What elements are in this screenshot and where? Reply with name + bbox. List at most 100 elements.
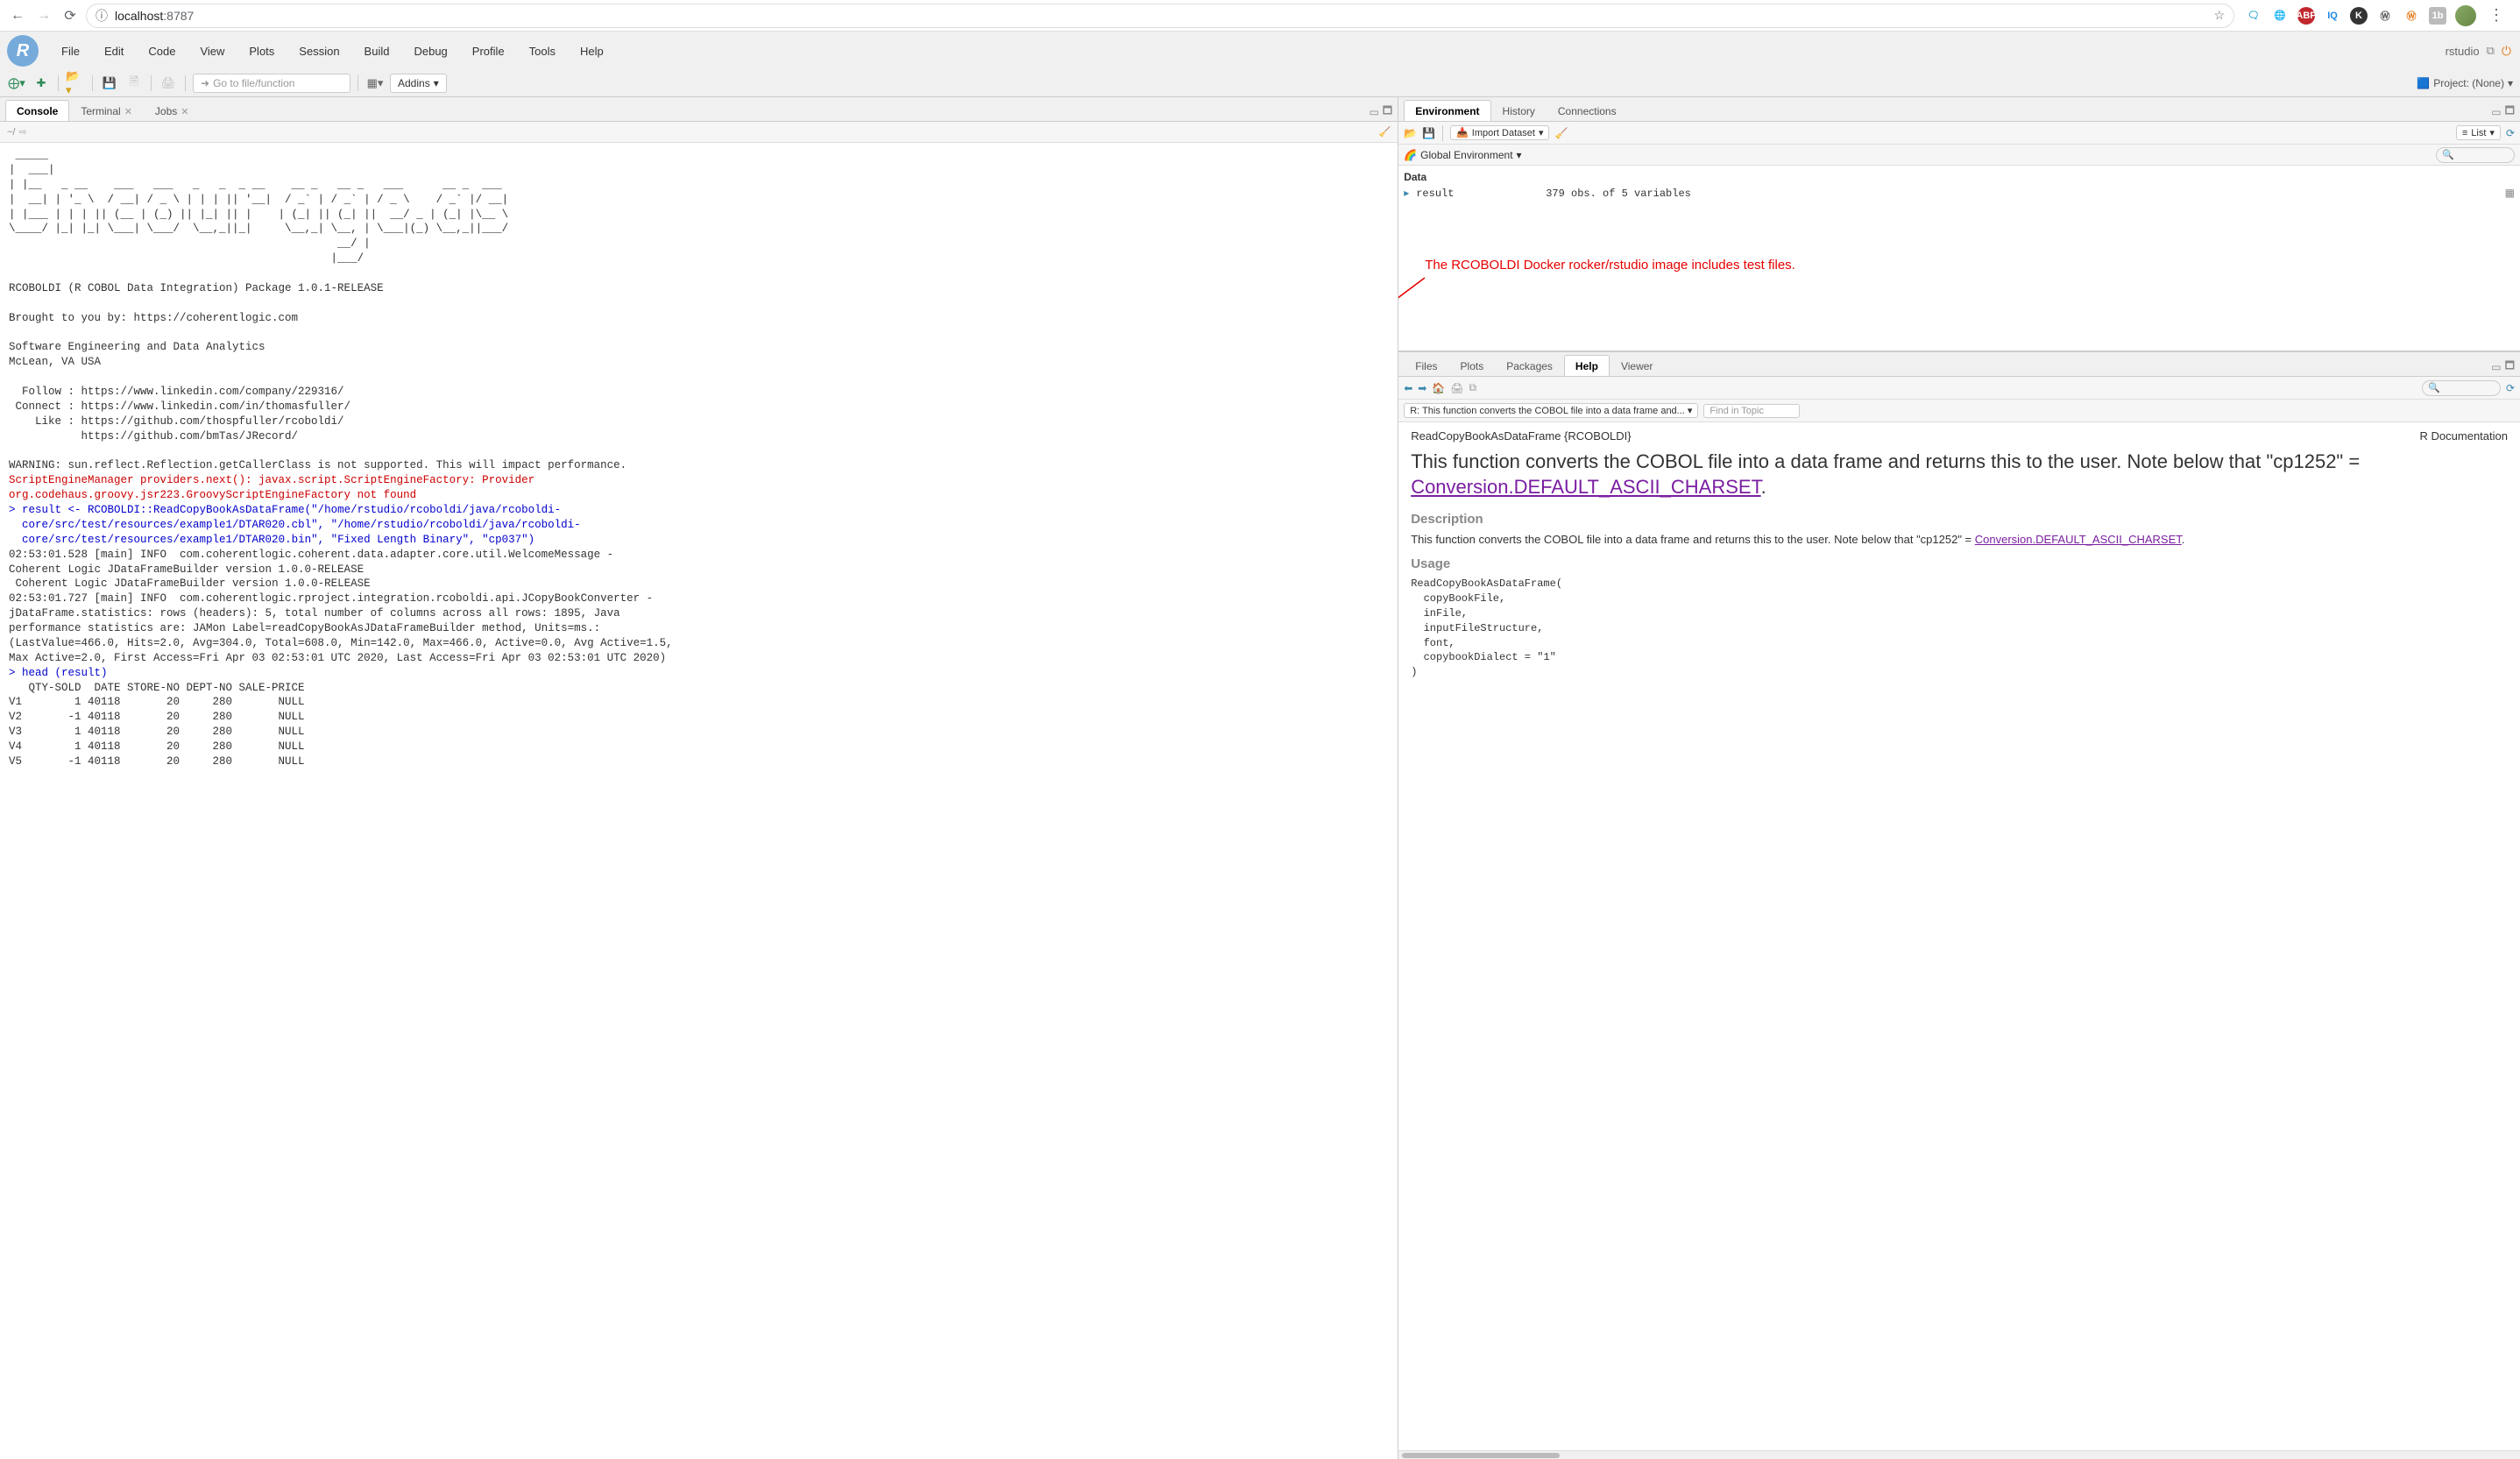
menu-tools[interactable]: Tools	[517, 41, 568, 61]
help-sig-right: R Documentation	[2420, 429, 2508, 443]
tab-jobs[interactable]: Jobs✕	[144, 100, 201, 121]
maximize-pane-icon[interactable]: 🗖	[2505, 103, 2515, 121]
warn1-line: WARNING: sun.reflect.Reflection.getCalle…	[9, 459, 626, 471]
help-title-link[interactable]: Conversion.DEFAULT_ASCII_CHARSET	[1411, 476, 1760, 498]
ext-icon-iq[interactable]: IQ	[2324, 7, 2341, 25]
help-topic-dropdown[interactable]: R: This function converts the COBOL file…	[1404, 403, 1698, 418]
tab-help[interactable]: Help	[1564, 355, 1610, 376]
addins-dropdown[interactable]: Addins ▾	[390, 74, 447, 93]
ext-icon-k[interactable]: K	[2350, 7, 2368, 25]
rstudio-logo[interactable]: R	[7, 35, 39, 67]
menu-file[interactable]: File	[49, 41, 92, 61]
help-title: This function converts the COBOL file in…	[1411, 450, 2508, 499]
save-workspace-icon[interactable]: 💾	[1422, 127, 1435, 139]
menu-profile[interactable]: Profile	[460, 41, 517, 61]
menu-code[interactable]: Code	[136, 41, 188, 61]
refresh-env-icon[interactable]: ⟳	[2506, 127, 2515, 139]
menu-session[interactable]: Session	[287, 41, 351, 61]
ext-icon-globe[interactable]: 🌐	[2271, 7, 2289, 25]
new-file-icon[interactable]: ⨁▾	[7, 74, 26, 93]
view-data-icon[interactable]: ▦	[2505, 187, 2515, 200]
tab-viewer[interactable]: Viewer	[1610, 355, 1664, 376]
load-workspace-icon[interactable]: 📂	[1404, 127, 1417, 139]
working-dir-label: ~/	[7, 127, 15, 138]
view-mode-dropdown[interactable]: ≡ List ▾	[2456, 125, 2501, 140]
ext-icon-chat[interactable]: 🗨	[2245, 7, 2262, 25]
ext-icon-wp[interactable]: Ⓦ	[2376, 7, 2394, 25]
connect-line: Connect : https://www.linkedin.com/in/th…	[9, 400, 350, 413]
print-icon[interactable]: 🖨	[159, 74, 178, 93]
env-row[interactable]: ▸result379 obs. of 5 variables▦	[1404, 185, 2515, 202]
maximize-pane-icon[interactable]: 🗖	[1383, 103, 1392, 121]
menu-build[interactable]: Build	[352, 41, 402, 61]
tab-plots[interactable]: Plots	[1449, 355, 1496, 376]
menu-help[interactable]: Help	[568, 41, 616, 61]
star-icon[interactable]: ☆	[2213, 8, 2225, 23]
maximize-pane-icon[interactable]: 🗖	[2505, 358, 2515, 376]
menu-edit[interactable]: Edit	[92, 41, 136, 61]
minimize-pane-icon[interactable]: ▭	[2491, 361, 2501, 373]
tab-files[interactable]: Files	[1404, 355, 1448, 376]
browser-chrome: ← → ⟳ ⓘ localhost:8787 ☆ 🗨 🌐 ABP IQ K Ⓦ …	[0, 0, 2520, 32]
help-home-icon[interactable]: 🏠	[1432, 382, 1445, 394]
help-usage-heading: Usage	[1411, 556, 2508, 571]
help-forward-icon[interactable]: ➡	[1418, 382, 1426, 394]
help-search-input[interactable]: 🔍	[2422, 380, 2501, 396]
profile-avatar[interactable]	[2455, 5, 2476, 26]
menu-plots[interactable]: Plots	[237, 41, 287, 61]
env-section-data: Data	[1404, 169, 2515, 185]
console-output[interactable]: _____ | ___| | |__ _ __ ___ ___ _ _ _ __…	[0, 143, 1398, 1459]
help-desc-link[interactable]: Conversion.DEFAULT_ASCII_CHARSET	[1975, 533, 2182, 546]
scope-label[interactable]: Global Environment	[1420, 149, 1512, 161]
env-search-input[interactable]: 🔍	[2436, 147, 2515, 163]
close-icon[interactable]: ✕	[181, 106, 188, 117]
ext-icon-abp[interactable]: ABP	[2297, 7, 2315, 25]
warn2-line: ScriptEngineManager providers.next(): ja…	[9, 473, 675, 503]
open-external-icon[interactable]: ⧉	[2487, 44, 2495, 58]
find-in-topic-input[interactable]: Find in Topic	[1703, 404, 1800, 418]
open-file-icon[interactable]: 📂▾	[66, 74, 85, 93]
grid-icon[interactable]: ▦▾	[365, 74, 385, 93]
import-icon: 📥	[1456, 127, 1469, 138]
url-text: localhost:8787	[115, 9, 194, 23]
tab-terminal[interactable]: Terminal ✕	[69, 100, 144, 121]
help-refresh-icon[interactable]: ⟳	[2506, 382, 2515, 394]
tab-connections[interactable]: Connections	[1547, 100, 1628, 121]
expand-icon[interactable]: ▸	[1404, 187, 1409, 200]
url-bar[interactable]: ⓘ localhost:8787 ☆	[86, 4, 2234, 28]
help-popout-icon[interactable]: ⧉	[1469, 381, 1477, 394]
help-back-icon[interactable]: ⬅	[1404, 382, 1412, 394]
env-pane: EnvironmentHistoryConnections ▭ 🗖 📂 💾 📥 …	[1398, 97, 2520, 351]
back-button[interactable]: ←	[7, 5, 28, 26]
chevron-down-icon: ▾	[2489, 127, 2495, 138]
minimize-pane-icon[interactable]: ▭	[2491, 106, 2501, 118]
project-selector[interactable]: 🟦 Project: (None) ▾	[2417, 77, 2513, 89]
dir-picker-icon[interactable]: ⇨	[18, 126, 26, 138]
help-body[interactable]: ReadCopyBookAsDataFrame {RCOBOLDI} R Doc…	[1398, 422, 2520, 1450]
goto-file-input[interactable]: ➜ Go to file/function	[193, 74, 350, 93]
minimize-pane-icon[interactable]: ▭	[1369, 106, 1378, 118]
import-dataset-dropdown[interactable]: 📥 Import Dataset ▾	[1450, 125, 1549, 140]
ext-icon-1b[interactable]: 1b	[2429, 7, 2446, 25]
clear-objects-icon[interactable]: 🧹	[1554, 127, 1568, 139]
site-info-icon[interactable]: ⓘ	[96, 7, 108, 25]
close-icon[interactable]: ✕	[124, 106, 132, 117]
ext-icon-wp2[interactable]: Ⓦ	[2403, 7, 2420, 25]
help-print-icon[interactable]: 🖨	[1450, 382, 1463, 394]
menu-debug[interactable]: Debug	[401, 41, 459, 61]
tab-packages[interactable]: Packages	[1495, 355, 1564, 376]
tab-label: Terminal	[81, 105, 120, 117]
tab-history[interactable]: History	[1491, 100, 1547, 121]
browser-menu-icon[interactable]: ⋮	[2485, 6, 2508, 25]
clear-console-icon[interactable]: 🧹	[1378, 126, 1391, 138]
new-project-icon[interactable]: ✚	[32, 74, 51, 93]
save-icon[interactable]: 💾	[100, 74, 119, 93]
help-toolbar: ⬅ ➡ 🏠 🖨 ⧉ 🔍 ⟳	[1398, 377, 2520, 400]
reload-button[interactable]: ⟳	[60, 5, 81, 26]
save-all-icon[interactable]: 🗎	[124, 74, 144, 93]
menu-view[interactable]: View	[188, 41, 237, 61]
forward-button[interactable]: →	[33, 5, 54, 26]
tab-console[interactable]: Console	[5, 100, 69, 121]
power-icon[interactable]: ⏻	[2502, 44, 2511, 59]
tab-environment[interactable]: Environment	[1404, 100, 1490, 121]
